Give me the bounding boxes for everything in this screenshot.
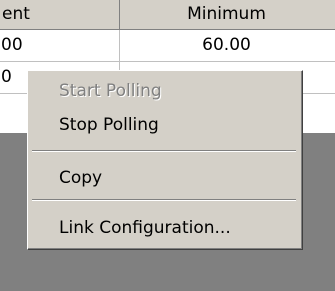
grid-header: ent Minimum bbox=[0, 0, 335, 30]
menu-separator bbox=[32, 150, 296, 152]
table-cell-minimum: 60.00 bbox=[202, 35, 251, 55]
menu-separator bbox=[32, 199, 296, 201]
column-header-minimum[interactable]: Minimum bbox=[121, 0, 332, 29]
table-row[interactable]: 00 60.00 bbox=[0, 30, 335, 62]
menu-item-stop-polling[interactable]: Stop Polling bbox=[31, 109, 297, 141]
context-menu: Start Polling Stop Polling Copy Link Con… bbox=[27, 70, 303, 250]
menu-item-copy[interactable]: Copy bbox=[31, 162, 297, 194]
column-header-current[interactable]: ent bbox=[0, 0, 120, 29]
table-cell-current: 00 bbox=[0, 30, 120, 61]
menu-item-start-polling: Start Polling bbox=[59, 81, 162, 101]
menu-item-link-configuration[interactable]: Link Configuration... bbox=[31, 212, 297, 244]
